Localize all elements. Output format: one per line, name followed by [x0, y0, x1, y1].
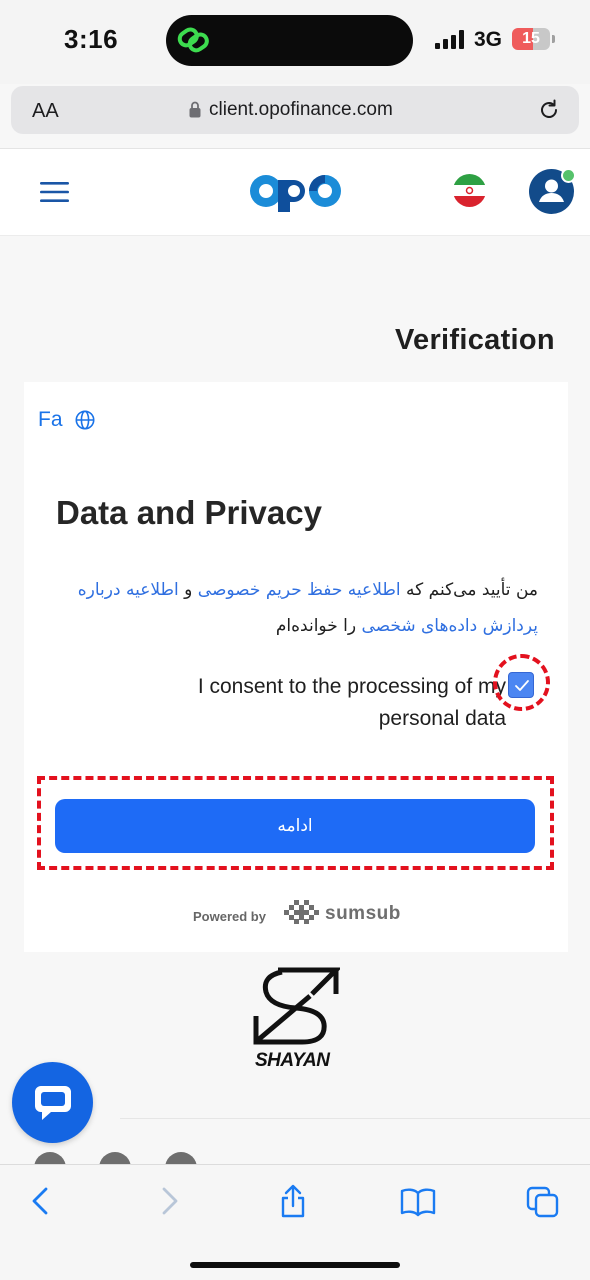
battery-level: 15 [522, 30, 540, 47]
consent-label: I consent to the processing of my person… [197, 675, 506, 730]
back-icon[interactable] [26, 1184, 56, 1218]
online-status-dot [561, 168, 576, 183]
section-heading: Data and Privacy [56, 494, 322, 531]
footer-divider [120, 1118, 590, 1119]
opo-logo[interactable] [249, 170, 342, 212]
statement-joiner: و [178, 580, 198, 600]
sumsub-logo-icon [284, 900, 319, 924]
network-type: 3G [474, 28, 503, 51]
url-text[interactable]: client.opofinance.com [209, 99, 393, 121]
status-time: 3:16 [64, 24, 119, 54]
iran-flag-icon[interactable] [453, 174, 486, 207]
chat-bubble-icon [35, 1086, 71, 1120]
watermark-text: SHAYAN [255, 1050, 330, 1071]
battery-cap [552, 35, 555, 43]
share-icon[interactable] [278, 1184, 308, 1218]
cellular-signal-icon [435, 30, 467, 49]
powered-by-label: Powered by [193, 909, 266, 924]
link-rings-icon [177, 27, 209, 53]
lock-icon [189, 101, 201, 118]
statement-suffix: را خوانده‌ام [275, 616, 362, 636]
statement-prefix: من تأیید می‌کنم که [400, 580, 538, 600]
bookmarks-icon[interactable] [400, 1184, 436, 1218]
privacy-notice-link[interactable]: اطلاعیه حفظ حریم خصوصی [198, 580, 401, 600]
text-size-label: AA [32, 100, 59, 122]
page-title: Verification [395, 324, 555, 356]
language-selector[interactable]: Fa [38, 408, 63, 432]
chat-button[interactable] [12, 1062, 93, 1143]
continue-button[interactable]: ادامه [55, 799, 535, 853]
home-indicator [190, 1262, 400, 1268]
checkbox-annotation-circle [493, 654, 550, 711]
globe-icon[interactable] [75, 410, 95, 430]
tabs-icon[interactable] [526, 1184, 560, 1218]
sumsub-wordmark: sumsub [325, 903, 401, 924]
text-size-button[interactable]: AA [32, 100, 59, 123]
forward-icon[interactable] [154, 1184, 184, 1218]
shayan-watermark-logo [253, 967, 340, 1045]
hamburger-menu-icon[interactable] [40, 182, 69, 202]
reload-icon[interactable] [538, 99, 560, 121]
privacy-statement: من تأیید می‌کنم که اطلاعیه حفظ حریم خصوص… [70, 572, 538, 644]
